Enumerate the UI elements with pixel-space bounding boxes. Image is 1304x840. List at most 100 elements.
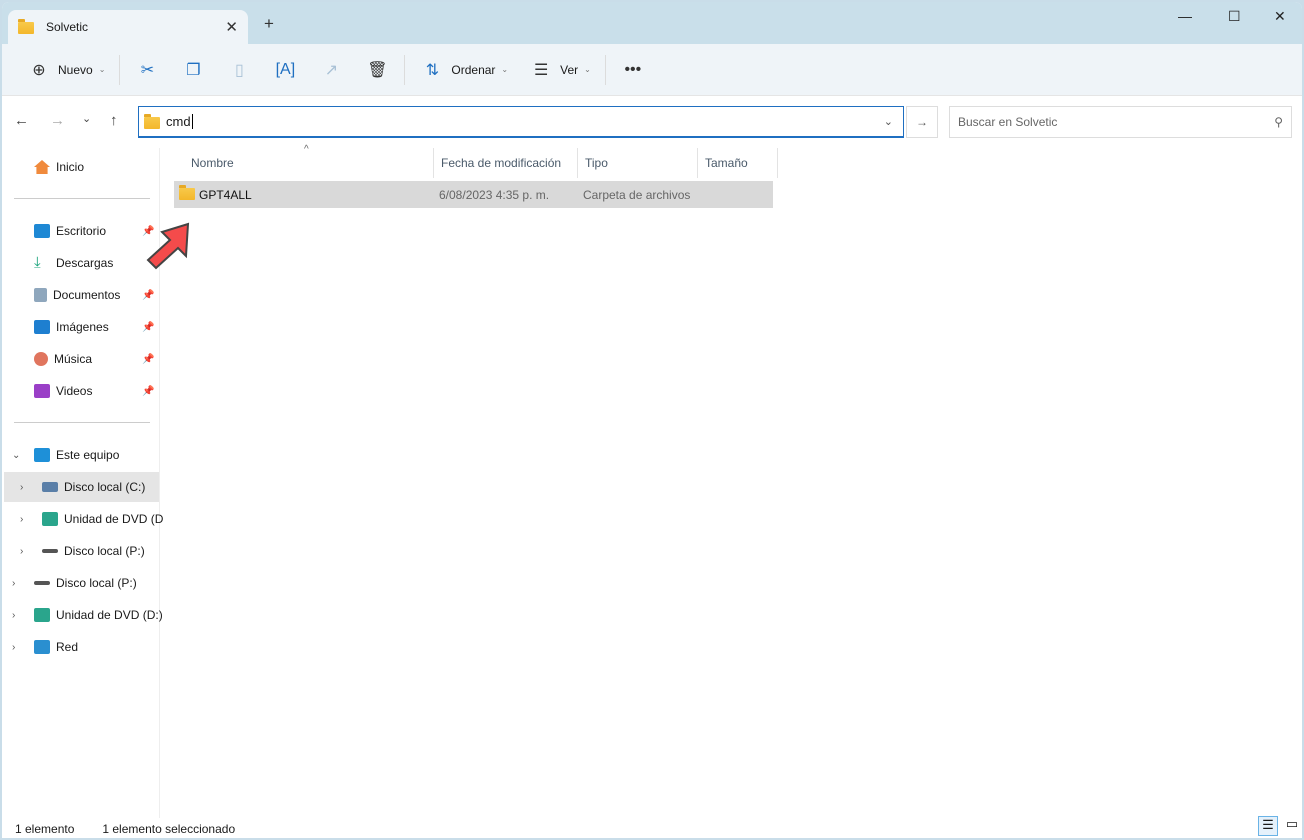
sidebar-label: Videos <box>56 384 93 398</box>
column-label: Fecha de modificación <box>441 156 562 170</box>
pin-icon[interactable]: 📌 <box>142 354 154 365</box>
share-button[interactable]: ↗ <box>308 54 354 86</box>
sidebar-item-drive-p[interactable]: › Disco local (P:) <box>20 536 175 566</box>
column-label: Nombre <box>191 156 234 170</box>
computer-icon <box>34 448 50 462</box>
sort-ascending-icon: ^ <box>304 144 309 155</box>
back-button[interactable]: ← <box>14 112 29 129</box>
view-button[interactable]: ☰ Ver ⌄ <box>518 54 601 86</box>
maximize-button[interactable]: ☐ <box>1228 8 1241 25</box>
sidebar-item-videos[interactable]: Videos 📌 <box>34 376 189 406</box>
copy-icon: ❐ <box>186 61 201 79</box>
tab-title: Solvetic <box>46 20 89 34</box>
cut-button[interactable]: ✂ <box>124 54 170 86</box>
table-row[interactable]: GPT4ALL 6/08/2023 4:35 p. m. Carpeta de … <box>174 181 773 208</box>
document-icon <box>34 288 47 302</box>
divider <box>604 54 606 85</box>
address-text: cmd <box>166 114 193 129</box>
tab-solvetic[interactable]: Solvetic ✕ <box>8 10 248 44</box>
sidebar-item-this-pc[interactable]: ⌄ Este equipo <box>12 440 167 470</box>
sidebar-item-music[interactable]: Música 📌 <box>34 344 189 374</box>
pin-icon[interactable]: 📌 <box>142 290 154 301</box>
address-bar-row: ← → ⌄ ↑ cmd ⌄ → Buscar en Solvetic ⚲ <box>2 96 1302 146</box>
sidebar-label: Este equipo <box>56 448 120 462</box>
large-icons-view-button[interactable]: ▭ <box>1282 816 1302 836</box>
sidebar-label: Disco local (P:) <box>56 576 137 590</box>
new-button[interactable]: ⊕ Nuevo ⌄ <box>16 54 115 86</box>
sort-button[interactable]: ⇅ Ordenar ⌄ <box>409 54 518 86</box>
sidebar-label: Unidad de DVD (D <box>64 512 164 526</box>
pin-icon[interactable]: 📌 <box>142 386 154 397</box>
chevron-down-icon: ⌄ <box>501 65 509 74</box>
chevron-right-icon[interactable]: › <box>12 578 34 589</box>
new-label: Nuevo <box>58 62 93 77</box>
search-input[interactable]: Buscar en Solvetic ⚲ <box>949 106 1292 138</box>
up-button[interactable]: ↑ <box>110 112 118 129</box>
column-type[interactable]: Tipo <box>578 148 698 178</box>
chevron-down-icon: ⌄ <box>98 65 106 74</box>
ellipsis-icon: ••• <box>624 60 642 78</box>
new-tab-button[interactable]: + <box>264 14 274 34</box>
sidebar-label: Disco local (C:) <box>64 480 146 494</box>
download-icon: ⤓ <box>34 254 41 271</box>
search-icon: ⚲ <box>1274 115 1283 129</box>
close-window-button[interactable]: ✕ <box>1274 8 1286 25</box>
sidebar-item-drive-c[interactable]: › Disco local (C:) <box>4 472 159 502</box>
recent-locations-button[interactable]: ⌄ <box>82 112 91 125</box>
sidebar-label: Escritorio <box>56 224 107 238</box>
sidebar-label: Disco local (P:) <box>64 544 145 558</box>
forward-button[interactable]: → <box>50 112 65 129</box>
chevron-right-icon[interactable]: › <box>12 610 34 621</box>
sidebar-item-network[interactable]: › Red <box>12 632 167 662</box>
sort-label: Ordenar <box>451 62 496 77</box>
annotation-arrow <box>146 222 190 270</box>
sidebar-item-dvd-root[interactable]: › Unidad de DVD (D:) <box>12 600 167 630</box>
selection-count: 1 elemento seleccionado <box>102 822 236 836</box>
video-icon <box>34 384 50 398</box>
chevron-right-icon[interactable]: › <box>20 482 42 493</box>
chevron-down-icon[interactable]: ⌄ <box>884 115 893 128</box>
sidebar-item-dvd[interactable]: › Unidad de DVD (D <box>20 504 175 534</box>
divider <box>119 54 121 85</box>
file-name: GPT4ALL <box>199 187 252 202</box>
file-type: Carpeta de archivos <box>583 187 691 202</box>
chevron-right-icon[interactable]: › <box>20 546 42 557</box>
dvd-icon <box>34 608 50 622</box>
sidebar-label: Inicio <box>56 160 85 174</box>
chevron-right-icon[interactable]: › <box>12 642 34 653</box>
paste-icon: ▯ <box>234 61 244 79</box>
share-icon: ↗ <box>324 61 339 79</box>
rename-button[interactable]: [A] <box>262 54 308 86</box>
column-date[interactable]: Fecha de modificación <box>434 148 578 178</box>
go-button[interactable]: → <box>906 106 938 138</box>
sidebar-item-documents[interactable]: Documentos 📌 <box>34 280 189 310</box>
column-size[interactable]: Tamaño <box>698 148 778 178</box>
chevron-right-icon[interactable]: › <box>20 514 42 525</box>
home-icon <box>34 160 50 174</box>
status-bar: 1 elemento 1 elemento seleccionado <box>2 820 1302 838</box>
drive-icon <box>42 549 58 553</box>
trash-icon: 🗑 <box>367 61 388 79</box>
folder-icon <box>144 113 160 129</box>
minimize-button[interactable]: — <box>1178 8 1192 24</box>
chevron-down-icon[interactable]: ⌄ <box>12 450 34 461</box>
sort-icon: ⇅ <box>425 61 440 79</box>
paste-button[interactable]: ▯ <box>216 54 262 86</box>
details-view-button[interactable]: ☰ <box>1258 816 1278 836</box>
divider <box>14 422 150 423</box>
close-tab-icon[interactable]: ✕ <box>225 18 238 36</box>
more-button[interactable]: ••• <box>610 54 656 86</box>
sidebar-item-drive-p-root[interactable]: › Disco local (P:) <box>12 568 167 598</box>
item-count: 1 elemento <box>15 822 75 836</box>
sidebar-item-pictures[interactable]: Imágenes 📌 <box>34 312 189 342</box>
sidebar-label: Documentos <box>53 288 121 302</box>
address-input[interactable]: cmd ⌄ <box>138 106 904 138</box>
file-explorer-window: Solvetic ✕ + — ☐ ✕ ⊕ Nuevo ⌄ ✂ ❐ ▯ [A] ↗ 🗑… <box>2 2 1302 838</box>
copy-button[interactable]: ❐ <box>170 54 216 86</box>
column-name[interactable]: Nombre ^ <box>184 144 434 178</box>
scissors-icon: ✂ <box>140 61 155 79</box>
delete-button[interactable]: 🗑 <box>354 54 400 86</box>
pin-icon[interactable]: 📌 <box>142 322 154 333</box>
command-bar: ⊕ Nuevo ⌄ ✂ ❐ ▯ [A] ↗ 🗑 ⇅ Ordenar ⌄ ☰ Ver ⌄ ••… <box>2 44 1302 96</box>
search-placeholder: Buscar en Solvetic <box>958 115 1058 129</box>
